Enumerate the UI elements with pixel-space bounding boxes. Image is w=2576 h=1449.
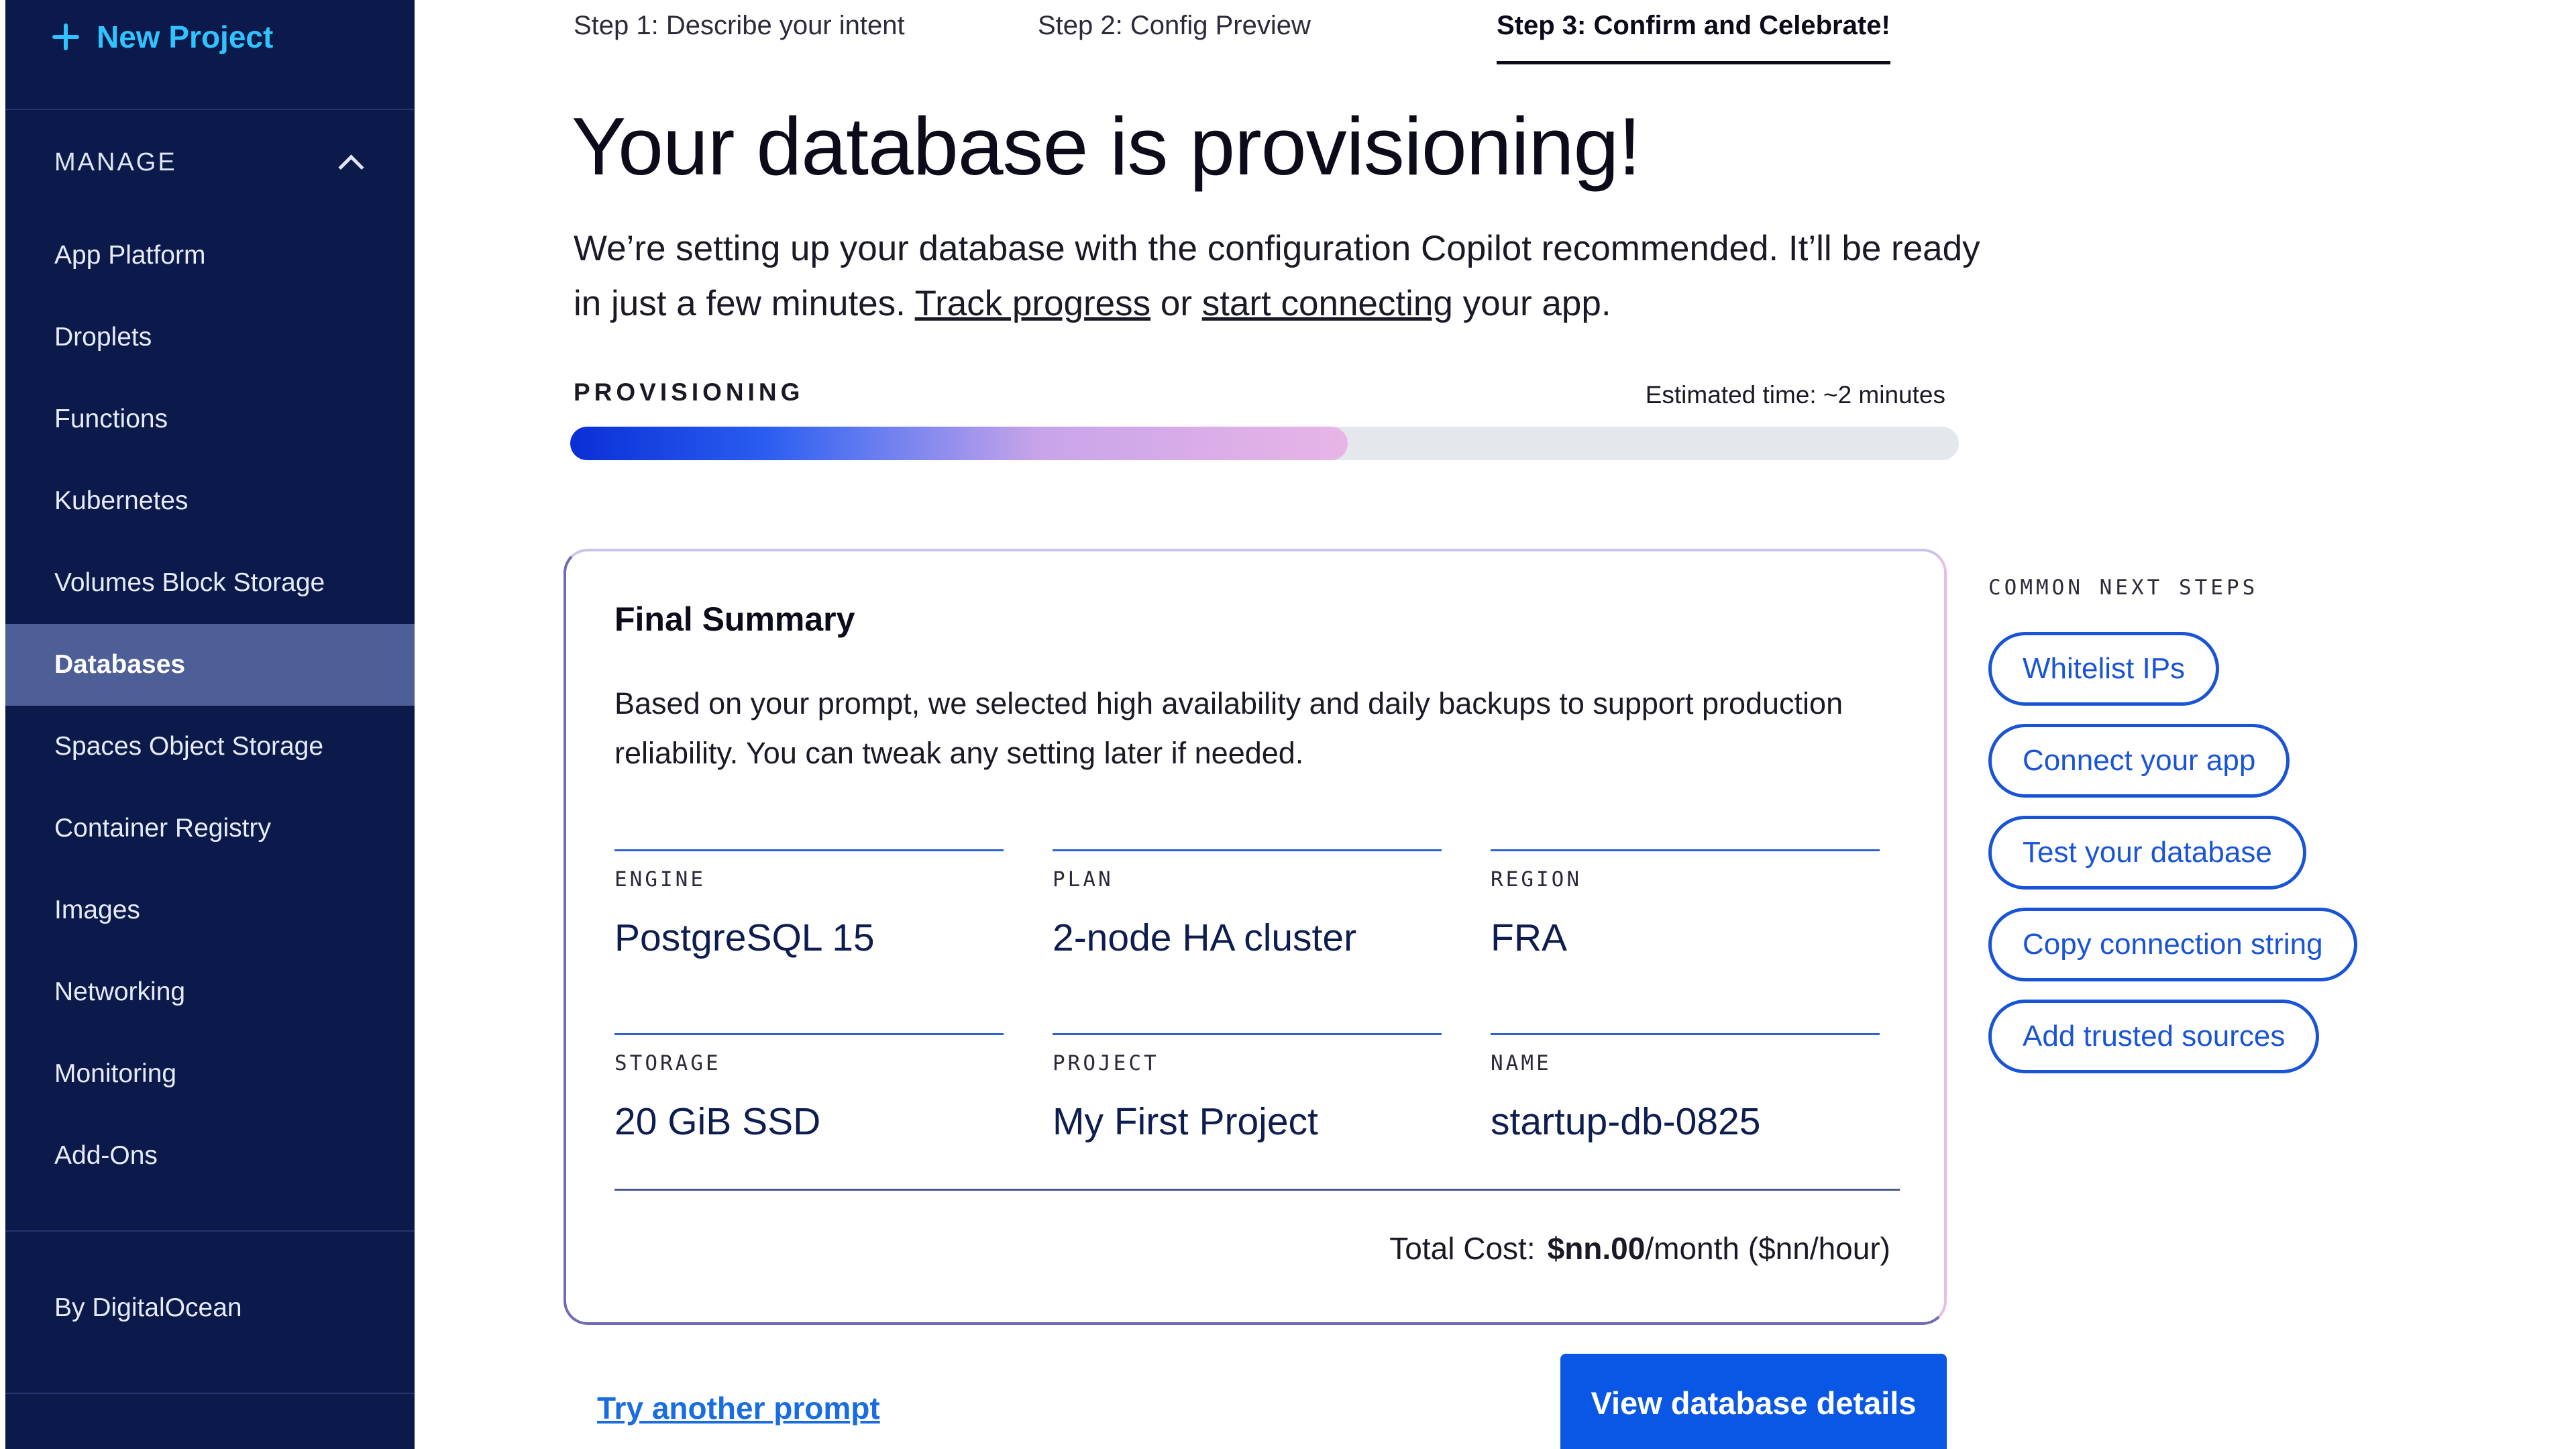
intro-text: We’re setting up your database with the … (574, 221, 1982, 331)
track-progress-link[interactable]: Track progress (915, 284, 1150, 323)
add-trusted-sources-button[interactable]: Add trusted sources (1988, 1000, 2320, 1073)
field-label: PLAN (1053, 867, 1114, 892)
app-root: New Project MANAGE App Platform Droplets… (0, 0, 2576, 1449)
sidebar-item-label: Images (54, 896, 140, 924)
sidebar-item-add-ons[interactable]: Add-Ons (5, 1115, 415, 1197)
sidebar-item-label: App Platform (54, 241, 206, 270)
sidebar-nav: App Platform Droplets Functions Kubernet… (5, 215, 415, 1197)
page-title: Your database is provisioning! (572, 101, 1641, 192)
new-project-button[interactable]: New Project (52, 12, 273, 62)
sidebar-item-label: Networking (54, 977, 186, 1006)
connect-your-app-button[interactable]: Connect your app (1988, 724, 2290, 798)
test-your-database-button[interactable]: Test your database (1988, 816, 2306, 890)
sidebar-item-kubernetes[interactable]: Kubernetes (5, 460, 415, 542)
field-label: NAME (1491, 1051, 1552, 1075)
progress-fill (570, 427, 1348, 460)
field-value: startup-db-0825 (1491, 1100, 1761, 1143)
sidebar-divider (5, 1393, 415, 1394)
sidebar-divider (5, 1230, 415, 1232)
start-connecting-link[interactable]: start connecting (1202, 284, 1453, 323)
manage-label: MANAGE (54, 148, 177, 176)
sidebar-item-databases[interactable]: Databases (5, 624, 415, 706)
next-steps-label: COMMON NEXT STEPS (1988, 576, 2259, 600)
field-value: PostgreSQL 15 (614, 916, 875, 959)
sidebar-item-volumes[interactable]: Volumes Block Storage (5, 542, 415, 624)
sidebar-item-container-registry[interactable]: Container Registry (5, 788, 415, 869)
intro-text-part: or (1150, 284, 1202, 323)
estimated-time: Estimated time: ~2 minutes (1645, 381, 1945, 409)
sidebar-item-label: Kubernetes (54, 486, 189, 515)
copy-connection-string-button[interactable]: Copy connection string (1988, 908, 2357, 981)
sidebar-item-label: Volumes Block Storage (54, 568, 325, 597)
summary-title: Final Summary (614, 600, 855, 638)
storage-field: STORAGE 20 GiB SSD (614, 1033, 1004, 1143)
sidebar-item-spaces[interactable]: Spaces Object Storage (5, 706, 415, 788)
final-summary-card: Final Summary Based on your prompt, we s… (564, 549, 1947, 1325)
field-label: ENGINE (614, 867, 706, 892)
sidebar: New Project MANAGE App Platform Droplets… (5, 0, 415, 1449)
plus-icon (52, 23, 79, 50)
field-value: FRA (1491, 916, 1567, 959)
total-cost-amount: $nn.00 (1547, 1231, 1646, 1266)
by-digitalocean-link[interactable]: By DigitalOcean (54, 1293, 242, 1323)
field-value: My First Project (1053, 1100, 1318, 1143)
plan-field: PLAN 2-node HA cluster (1053, 849, 1442, 959)
sidebar-item-label: Monitoring (54, 1059, 177, 1088)
summary-description: Based on your prompt, we selected high a… (614, 686, 1843, 770)
field-value: 2-node HA cluster (1053, 916, 1357, 959)
sidebar-item-droplets[interactable]: Droplets (5, 297, 415, 378)
field-label: PROJECT (1053, 1051, 1159, 1075)
total-cost-suffix: /month ($nn/hour) (1645, 1231, 1890, 1266)
sidebar-item-label: Add-Ons (54, 1141, 158, 1170)
step-2-tab[interactable]: Step 2: Config Preview (1038, 11, 1376, 64)
progress-bar (570, 427, 1959, 460)
project-field: PROJECT My First Project (1053, 1033, 1442, 1143)
sidebar-item-functions[interactable]: Functions (5, 378, 415, 460)
total-cost: Total Cost: $nn.00/month ($nn/hour) (1389, 1230, 1890, 1267)
try-another-prompt-link[interactable]: Try another prompt (597, 1390, 880, 1426)
step-1-tab[interactable]: Step 1: Describe your intent (574, 11, 917, 64)
manage-section-toggle[interactable]: MANAGE (54, 142, 363, 182)
sidebar-divider (5, 109, 415, 110)
region-field: REGION FRA (1491, 849, 1880, 959)
total-cost-label: Total Cost: (1389, 1231, 1536, 1266)
stepper: Step 1: Describe your intent Step 2: Con… (574, 11, 1890, 64)
window-edge (0, 0, 5, 1449)
field-label: STORAGE (614, 1051, 721, 1075)
sidebar-item-label: Container Registry (54, 814, 271, 843)
sidebar-item-images[interactable]: Images (5, 869, 415, 951)
view-database-details-button[interactable]: View database details (1560, 1354, 1947, 1449)
intro-text-part: your app. (1452, 284, 1611, 323)
field-value: 20 GiB SSD (614, 1100, 821, 1143)
summary-divider (614, 1189, 1900, 1191)
name-field: NAME startup-db-0825 (1491, 1033, 1880, 1143)
sidebar-item-app-platform[interactable]: App Platform (5, 215, 415, 297)
sidebar-item-label: Functions (54, 405, 168, 433)
sidebar-item-label: Databases (54, 650, 186, 679)
new-project-label: New Project (97, 19, 274, 54)
sidebar-item-networking[interactable]: Networking (5, 951, 415, 1033)
sidebar-item-label: Droplets (54, 323, 152, 352)
chevron-up-icon (336, 149, 363, 176)
sidebar-item-label: Spaces Object Storage (54, 732, 324, 761)
whitelist-ips-button[interactable]: Whitelist IPs (1988, 632, 2220, 706)
step-3-tab[interactable]: Step 3: Confirm and Celebrate! (1497, 11, 1890, 64)
field-label: REGION (1491, 867, 1582, 892)
provisioning-label: PROVISIONING (574, 378, 804, 406)
sidebar-item-monitoring[interactable]: Monitoring (5, 1033, 415, 1115)
engine-field: ENGINE PostgreSQL 15 (614, 849, 1004, 959)
